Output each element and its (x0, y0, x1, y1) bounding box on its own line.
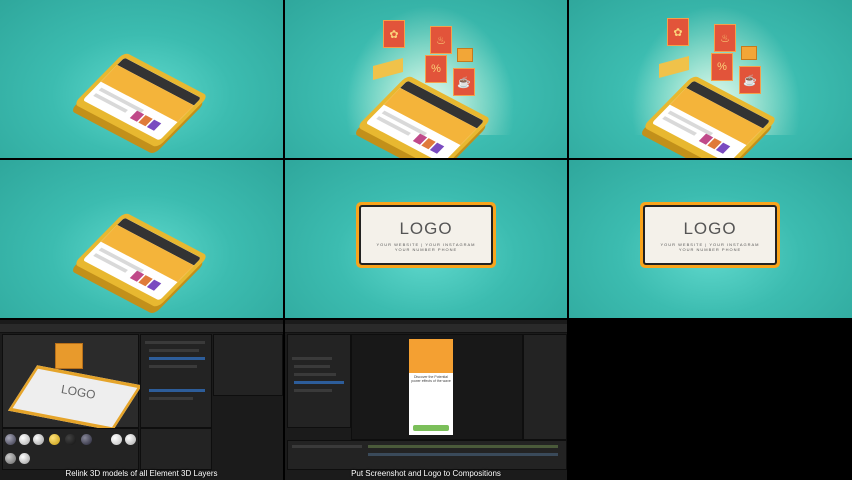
material-swatch (81, 434, 92, 445)
after-effects-screenshot: Discover the Potential power effects of … (285, 320, 567, 480)
timeline-panel (287, 440, 567, 470)
material-swatch (49, 434, 60, 445)
drink-card-icon: ♨ (430, 26, 452, 54)
cup-card-icon: ☕ (739, 66, 761, 94)
screen-heading: Discover the Potential power effects of … (411, 375, 451, 383)
material-swatch (125, 434, 136, 445)
gift-icon (457, 48, 473, 62)
scene-layers-panel (140, 334, 212, 428)
logo-card: LOGO YOUR WEBSITE | YOUR INSTAGRAM YOUR N… (640, 202, 780, 268)
sale-card-icon: % (425, 55, 447, 83)
element3d-editor-screenshot: LOGO Relink 3D models of all Element 3D … (0, 320, 283, 480)
composition-viewer: Discover the Potential power effects of … (351, 334, 523, 440)
material-swatch (111, 434, 122, 445)
phone-mockup (73, 51, 209, 149)
preview-logo-2: LOGO YOUR WEBSITE | YOUR INSTAGRAM YOUR N… (569, 160, 852, 318)
materials-panel (2, 428, 139, 470)
logo-subtitle: YOUR WEBSITE | YOUR INSTAGRAM YOUR NUMBER… (376, 241, 476, 252)
caption-right: Put Screenshot and Logo to Compositions (351, 469, 501, 478)
logo-subtitle: YOUR WEBSITE | YOUR INSTAGRAM YOUR NUMBER… (660, 241, 760, 252)
effects-panel (523, 334, 567, 440)
logo-card: LOGO YOUR WEBSITE | YOUR INSTAGRAM YOUR N… (356, 202, 496, 268)
material-swatch (5, 453, 16, 464)
drink-card-icon: ♨ (714, 24, 736, 52)
food-card-icon: ✿ (667, 18, 689, 46)
material-swatch (5, 434, 16, 445)
project-panel (287, 334, 351, 428)
properties-panel (213, 334, 283, 396)
preview-phone-plain-2 (0, 160, 283, 318)
material-swatch (33, 434, 44, 445)
caption-left: Relink 3D models of all Element 3D Layer… (65, 469, 218, 478)
preview-phone-glow-2: ✿ ♨ % ☕ (569, 0, 852, 158)
editor-toolbar (0, 324, 283, 333)
preview-phone-glow-1: ✿ ♨ % ☕ (285, 0, 567, 158)
preview-logo-1: LOGO YOUR WEBSITE | YOUR INSTAGRAM YOUR N… (285, 160, 567, 318)
gift-icon (741, 46, 757, 60)
editor-toolbar (285, 324, 567, 333)
scene-viewport: LOGO (2, 334, 142, 431)
phone-screen-preview: Discover the Potential power effects of … (409, 339, 453, 435)
phone-mockup (73, 211, 209, 309)
gift-box-3d (55, 343, 83, 369)
logo-text: LOGO (399, 218, 453, 238)
material-swatch (65, 434, 76, 445)
cup-card-icon: ☕ (453, 68, 475, 96)
preview-phone-plain-1 (0, 0, 283, 158)
empty-panel (569, 320, 852, 480)
material-swatch (19, 453, 30, 464)
sale-card-icon: % (711, 53, 733, 81)
settings-panel (140, 428, 212, 470)
food-card-icon: ✿ (383, 20, 405, 48)
material-swatch (19, 434, 30, 445)
logo-text: LOGO (683, 218, 737, 238)
